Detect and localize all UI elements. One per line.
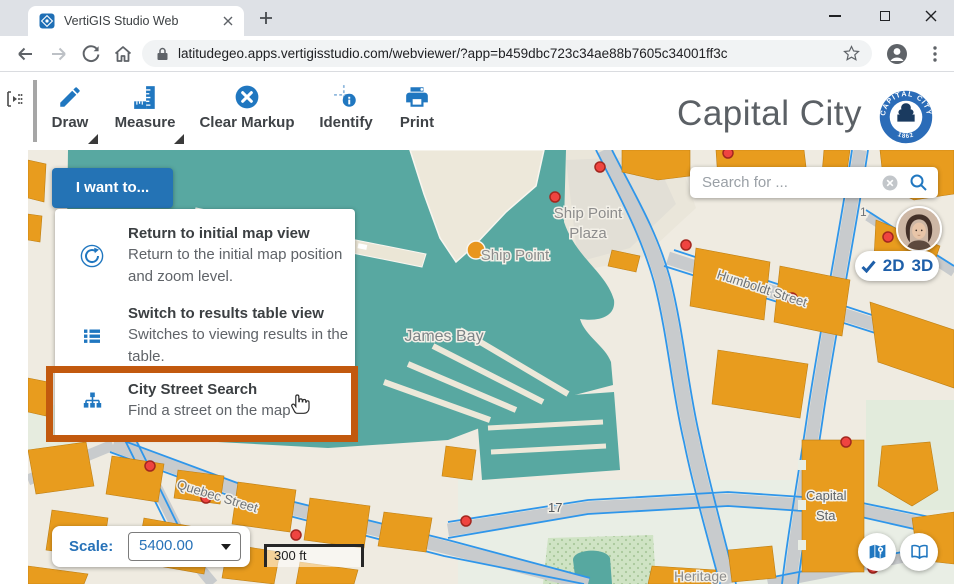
menu-item-title: City Street Search [128, 379, 350, 400]
pencil-icon [57, 84, 83, 110]
measure-button[interactable]: Measure [109, 84, 181, 131]
menu-item-desc: Return to the initial map position and z… [128, 244, 350, 288]
toggle-2d[interactable]: 2D [883, 256, 905, 276]
map-label-ship-point-plaza-2: Plaza [569, 225, 607, 242]
profile-avatar-icon[interactable] [886, 43, 908, 65]
panel-scrollbar[interactable] [33, 80, 37, 142]
map-label-route-17: 17 [548, 500, 562, 515]
search-clear-icon[interactable] [882, 175, 898, 191]
browser-titlebar: VertiGIS Studio Web [0, 0, 954, 36]
clear-markup-icon [234, 84, 260, 110]
basemap-icon [867, 542, 888, 563]
draw-submenu-indicator [88, 134, 98, 144]
scale-label: Scale: [69, 526, 113, 567]
bookmarks-button[interactable] [900, 533, 938, 571]
window-close-button[interactable] [908, 0, 954, 32]
browser-menu-icon[interactable] [924, 43, 946, 65]
menu-item-title: Return to initial map view [128, 223, 350, 244]
app-title: Capital City [677, 94, 862, 134]
capital-city-logo: CAPITAL CITY 1862 [878, 89, 934, 145]
print-icon [404, 84, 430, 110]
book-icon [909, 542, 930, 563]
map-search-box[interactable]: Search for ... [690, 167, 938, 198]
panel-toggle-icon[interactable] [5, 90, 23, 108]
menu-item-desc: Find a street on the map [128, 400, 350, 422]
scale-value: 5400.00 [139, 533, 193, 559]
measure-submenu-indicator [174, 134, 184, 144]
map-label-capital: Capital [806, 488, 847, 503]
identify-label: Identify [310, 114, 382, 131]
results-table-icon [80, 324, 104, 348]
window-minimize-button[interactable] [812, 0, 858, 32]
lock-icon [156, 47, 169, 61]
menu-item-title: Switch to results table view [128, 303, 350, 324]
menu-item-results-table[interactable]: Switch to results table view Switches to… [55, 303, 355, 368]
check-icon [861, 260, 876, 273]
clear-markup-label: Clear Markup [195, 114, 299, 131]
i-want-to-button[interactable]: I want to... [52, 168, 173, 208]
menu-item-city-street-search[interactable]: City Street Search Find a street on the … [55, 379, 355, 422]
bookmark-star-icon[interactable] [843, 45, 860, 62]
menu-item-return-initial-view[interactable]: Return to initial map view Return to the… [55, 223, 355, 288]
search-icon[interactable] [909, 173, 928, 192]
reset-view-icon [80, 244, 104, 268]
browser-tab[interactable]: VertiGIS Studio Web [28, 6, 244, 36]
clear-markup-button[interactable]: Clear Markup [195, 84, 299, 131]
identify-icon [333, 84, 359, 110]
browser-window: VertiGIS Studio Web [0, 0, 954, 584]
back-icon[interactable] [14, 43, 36, 65]
map-label-1: 1 [860, 205, 867, 219]
map-label-james-bay: James Bay [404, 328, 483, 345]
vertigis-favicon-icon [39, 13, 55, 29]
view-dimension-toggle[interactable]: 2D 3D [855, 251, 939, 281]
tab-title: VertiGIS Studio Web [64, 6, 178, 36]
menu-item-desc: Switches to viewing results in the table… [128, 324, 350, 368]
new-tab-button[interactable] [256, 8, 276, 28]
window-maximize-button[interactable] [862, 0, 908, 32]
draw-label: Draw [42, 114, 98, 131]
toggle-3d[interactable]: 3D [912, 256, 934, 276]
map-label-heritage: Heritage [674, 568, 727, 584]
print-label: Print [393, 114, 441, 131]
user-avatar[interactable] [896, 206, 942, 252]
identify-button[interactable]: Identify [310, 84, 382, 131]
i-want-to-menu: Return to initial map view Return to the… [55, 209, 355, 438]
basemap-button[interactable] [858, 533, 896, 571]
map-label-sta: Sta [816, 508, 836, 523]
browser-navbar: latitudegeo.apps.vertigisstudio.com/webv… [0, 36, 954, 72]
map-label-ship-point-plaza-1: Ship Point [554, 205, 623, 222]
ruler-icon [132, 84, 158, 110]
home-icon[interactable] [112, 43, 134, 65]
scalebar-distance: 300 ft [267, 547, 361, 563]
measure-label: Measure [109, 114, 181, 131]
scale-panel: Scale: 5400.00 [52, 526, 250, 567]
forward-icon[interactable] [48, 43, 70, 65]
draw-button[interactable]: Draw [42, 84, 98, 131]
scalebar: 300 ft [264, 544, 364, 567]
chevron-down-icon [221, 544, 231, 550]
scale-select[interactable]: 5400.00 [128, 532, 241, 561]
street-search-icon [80, 389, 104, 413]
tab-close-icon[interactable] [222, 15, 234, 27]
map-label-ship-point: Ship Point [481, 247, 550, 264]
search-placeholder: Search for ... [702, 167, 788, 198]
print-button[interactable]: Print [393, 84, 441, 131]
url-text: latitudegeo.apps.vertigisstudio.com/webv… [178, 40, 728, 67]
address-bar[interactable]: latitudegeo.apps.vertigisstudio.com/webv… [142, 40, 872, 67]
reload-icon[interactable] [80, 43, 102, 65]
